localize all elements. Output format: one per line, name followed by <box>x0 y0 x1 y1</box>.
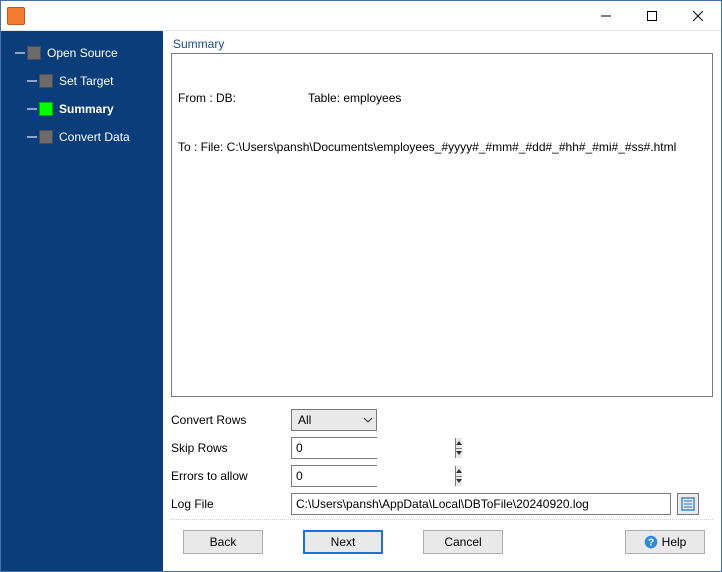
maximize-icon <box>647 11 657 21</box>
options-form: Convert Rows All Skip Rows <box>171 407 713 519</box>
skip-rows-down[interactable] <box>456 448 462 459</box>
sidebar-item-convert-data[interactable]: Convert Data <box>1 123 163 151</box>
back-button[interactable]: Back <box>183 530 263 554</box>
close-button[interactable] <box>675 1 721 31</box>
errors-allow-label: Errors to allow <box>171 469 291 483</box>
summary-from-label: From : DB: <box>178 90 308 106</box>
caret-down-icon <box>456 479 462 483</box>
back-button-label: Back <box>210 535 237 549</box>
tree-connector-icon <box>15 52 25 54</box>
wizard-footer: Back Next Cancel ? Help <box>171 519 713 563</box>
next-button[interactable]: Next <box>303 530 383 554</box>
close-icon <box>693 11 703 21</box>
caret-up-icon <box>456 441 462 445</box>
summary-table-label: Table: employees <box>308 90 401 106</box>
sidebar-item-set-target[interactable]: Set Target <box>1 67 163 95</box>
sidebar-item-label: Convert Data <box>59 130 130 144</box>
sidebar-item-label: Set Target <box>59 74 113 88</box>
errors-allow-input[interactable] <box>292 466 455 486</box>
main-panel: Summary From : DB: Table: employees To :… <box>163 31 721 571</box>
skip-rows-input[interactable] <box>292 438 455 458</box>
sidebar-item-label: Summary <box>59 102 114 116</box>
next-button-label: Next <box>331 535 356 549</box>
tree-connector-icon <box>27 108 37 110</box>
browse-icon <box>681 497 695 511</box>
titlebar <box>1 1 721 31</box>
step-box-icon <box>27 46 41 60</box>
caret-down-icon <box>456 451 462 455</box>
errors-allow-stepper[interactable] <box>291 465 377 487</box>
cancel-button-label: Cancel <box>444 535 481 549</box>
sidebar-item-open-source[interactable]: Open Source <box>1 39 163 67</box>
chevron-down-icon <box>364 416 372 424</box>
summary-textarea[interactable]: From : DB: Table: employees To : File: C… <box>171 53 713 397</box>
convert-rows-label: Convert Rows <box>171 413 291 427</box>
convert-rows-dropdown[interactable]: All <box>291 409 377 431</box>
section-title: Summary <box>171 37 713 53</box>
errors-allow-up[interactable] <box>456 466 462 476</box>
browse-log-file-button[interactable] <box>677 493 699 515</box>
cancel-button[interactable]: Cancel <box>423 530 503 554</box>
sidebar-item-summary[interactable]: Summary <box>1 95 163 123</box>
skip-rows-stepper[interactable] <box>291 437 377 459</box>
tree-connector-icon <box>27 136 37 138</box>
sidebar: Open Source Set Target Summary Convert D… <box>1 31 163 571</box>
tree-connector-icon <box>27 80 37 82</box>
errors-allow-down[interactable] <box>456 476 462 487</box>
step-box-icon <box>39 102 53 116</box>
step-box-icon <box>39 130 53 144</box>
log-file-label: Log File <box>171 497 291 511</box>
skip-rows-label: Skip Rows <box>171 441 291 455</box>
maximize-button[interactable] <box>629 1 675 31</box>
step-box-icon <box>39 74 53 88</box>
minimize-button[interactable] <box>583 1 629 31</box>
app-window: Open Source Set Target Summary Convert D… <box>0 0 722 572</box>
svg-text:?: ? <box>648 537 654 548</box>
log-file-input[interactable] <box>291 493 671 515</box>
caret-up-icon <box>456 469 462 473</box>
sidebar-item-label: Open Source <box>47 46 118 60</box>
help-button-label: Help <box>662 535 687 549</box>
minimize-icon <box>601 11 611 21</box>
convert-rows-value: All <box>298 413 311 427</box>
app-icon <box>7 7 25 25</box>
help-button[interactable]: ? Help <box>625 530 705 554</box>
help-icon: ? <box>644 535 658 549</box>
skip-rows-up[interactable] <box>456 438 462 448</box>
summary-to-line: To : File: C:\Users\pansh\Documents\empl… <box>178 139 706 155</box>
